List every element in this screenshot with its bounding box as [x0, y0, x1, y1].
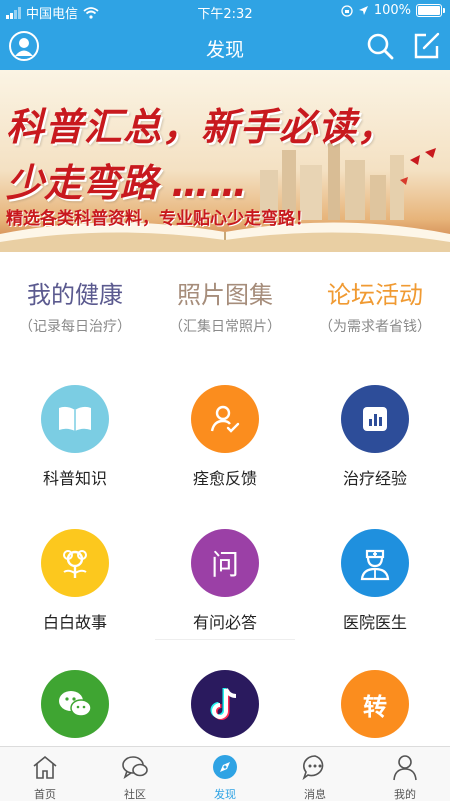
quick-link-forum[interactable]: 论坛活动 （为需求者省钱） [300, 280, 450, 336]
quick-link-health[interactable]: 我的健康 （记录每日治疗） [0, 280, 150, 336]
transfer-glyph: 转 [363, 692, 387, 721]
tab-discover[interactable]: 发现 [180, 747, 270, 801]
status-bar: 中国电信 下午2:32 100% [0, 0, 450, 22]
quick-link-title: 照片图集 [177, 281, 273, 309]
grid-item-science[interactable]: 科普知识 [0, 385, 150, 489]
wechat-icon [41, 670, 109, 738]
grid-item-label: 科普知识 [42, 469, 107, 488]
battery-icon [416, 4, 445, 17]
quick-link-title: 我的健康 [27, 281, 123, 309]
quick-link-desc: （记录每日治疗） [19, 319, 131, 335]
grid-item-recovery[interactable]: 痊愈反馈 [150, 385, 300, 489]
banner-headline-1: 科普汇总，新手必读， [6, 105, 397, 149]
quick-links: 我的健康 （记录每日治疗） 照片图集 （汇集日常照片） 论坛活动 （为需求者省钱… [0, 280, 450, 340]
divider [155, 639, 295, 640]
search-icon[interactable] [364, 30, 396, 62]
lock-rotation-icon [341, 4, 353, 17]
tab-messages[interactable]: 消息 [270, 747, 360, 801]
grid-item-stories[interactable]: 白白故事 [0, 529, 150, 633]
quick-link-desc: （汇集日常照片） [169, 319, 281, 335]
question-glyph: 问 [210, 548, 239, 581]
tab-home[interactable]: 首页 [0, 747, 90, 801]
quick-link-photos[interactable]: 照片图集 （汇集日常照片） [150, 280, 300, 336]
doctor-icon [341, 529, 409, 597]
grid-item-tiktok[interactable] [150, 670, 300, 750]
community-icon [122, 756, 148, 779]
message-icon [302, 755, 324, 781]
transfer-icon: 转 [341, 670, 409, 738]
banner-subtitle: 精选各类科普资料，专业贴心少走弯路！ [6, 209, 312, 229]
question-icon: 问 [191, 529, 259, 597]
tab-bar: 首页 社区 发现 消息 我的 [0, 746, 450, 801]
home-icon [33, 755, 57, 779]
grid-item-label: 有问必答 [192, 613, 257, 632]
quick-link-desc: （为需求者省钱） [319, 319, 431, 335]
quick-link-title: 论坛活动 [327, 281, 423, 309]
grid-item-doctors[interactable]: 医院医生 [300, 529, 450, 633]
grid-item-qa[interactable]: 问 有问必答 [150, 529, 300, 633]
nav-bar: 发现 [0, 22, 450, 70]
grid-item-wechat[interactable] [0, 670, 150, 750]
book-icon [41, 385, 109, 453]
grid-item-label: 白白故事 [42, 613, 107, 632]
chart-icon [341, 385, 409, 453]
grid-item-label: 医院医生 [342, 613, 407, 632]
banner-headline-2: 少走弯路 …… [6, 161, 248, 205]
tab-community[interactable]: 社区 [90, 747, 180, 801]
battery-percent: 100% [373, 3, 411, 18]
location-icon [358, 6, 368, 15]
grid-item-label: 治疗经验 [342, 469, 407, 488]
user-check-icon [191, 385, 259, 453]
tab-profile[interactable]: 我的 [360, 747, 450, 801]
grid-item-transfer[interactable]: 转 [300, 670, 450, 750]
flower-icon [41, 529, 109, 597]
compose-icon[interactable] [410, 30, 442, 62]
grid-item-label: 痊愈反馈 [192, 469, 257, 488]
promo-banner[interactable]: 科普汇总，新手必读， 少走弯路 …… 精选各类科普资料，专业贴心少走弯路！ [0, 70, 450, 252]
compass-icon [213, 755, 237, 779]
tiktok-icon [191, 670, 259, 738]
profile-icon [393, 755, 417, 781]
grid-item-experience[interactable]: 治疗经验 [300, 385, 450, 489]
